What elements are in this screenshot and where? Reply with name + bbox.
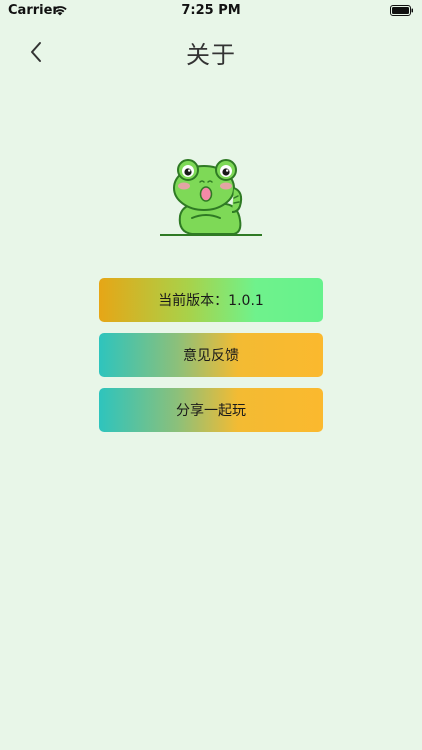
share-button[interactable]: 分享一起玩 xyxy=(99,388,323,432)
clock-time: 7:25 PM xyxy=(181,3,241,18)
feedback-button[interactable]: 意见反馈 xyxy=(99,333,323,377)
battery-icon xyxy=(390,5,413,16)
frog-mascot-icon xyxy=(160,159,262,236)
feedback-label: 意见反馈 xyxy=(183,348,239,364)
version-label: 当前版本：1.0.1 xyxy=(158,293,264,309)
page-title: 关于 xyxy=(186,41,236,69)
status-bar: Carrier 7:25 PM xyxy=(0,0,422,24)
version-button[interactable]: 当前版本：1.0.1 xyxy=(99,278,323,322)
share-label: 分享一起玩 xyxy=(176,403,246,419)
